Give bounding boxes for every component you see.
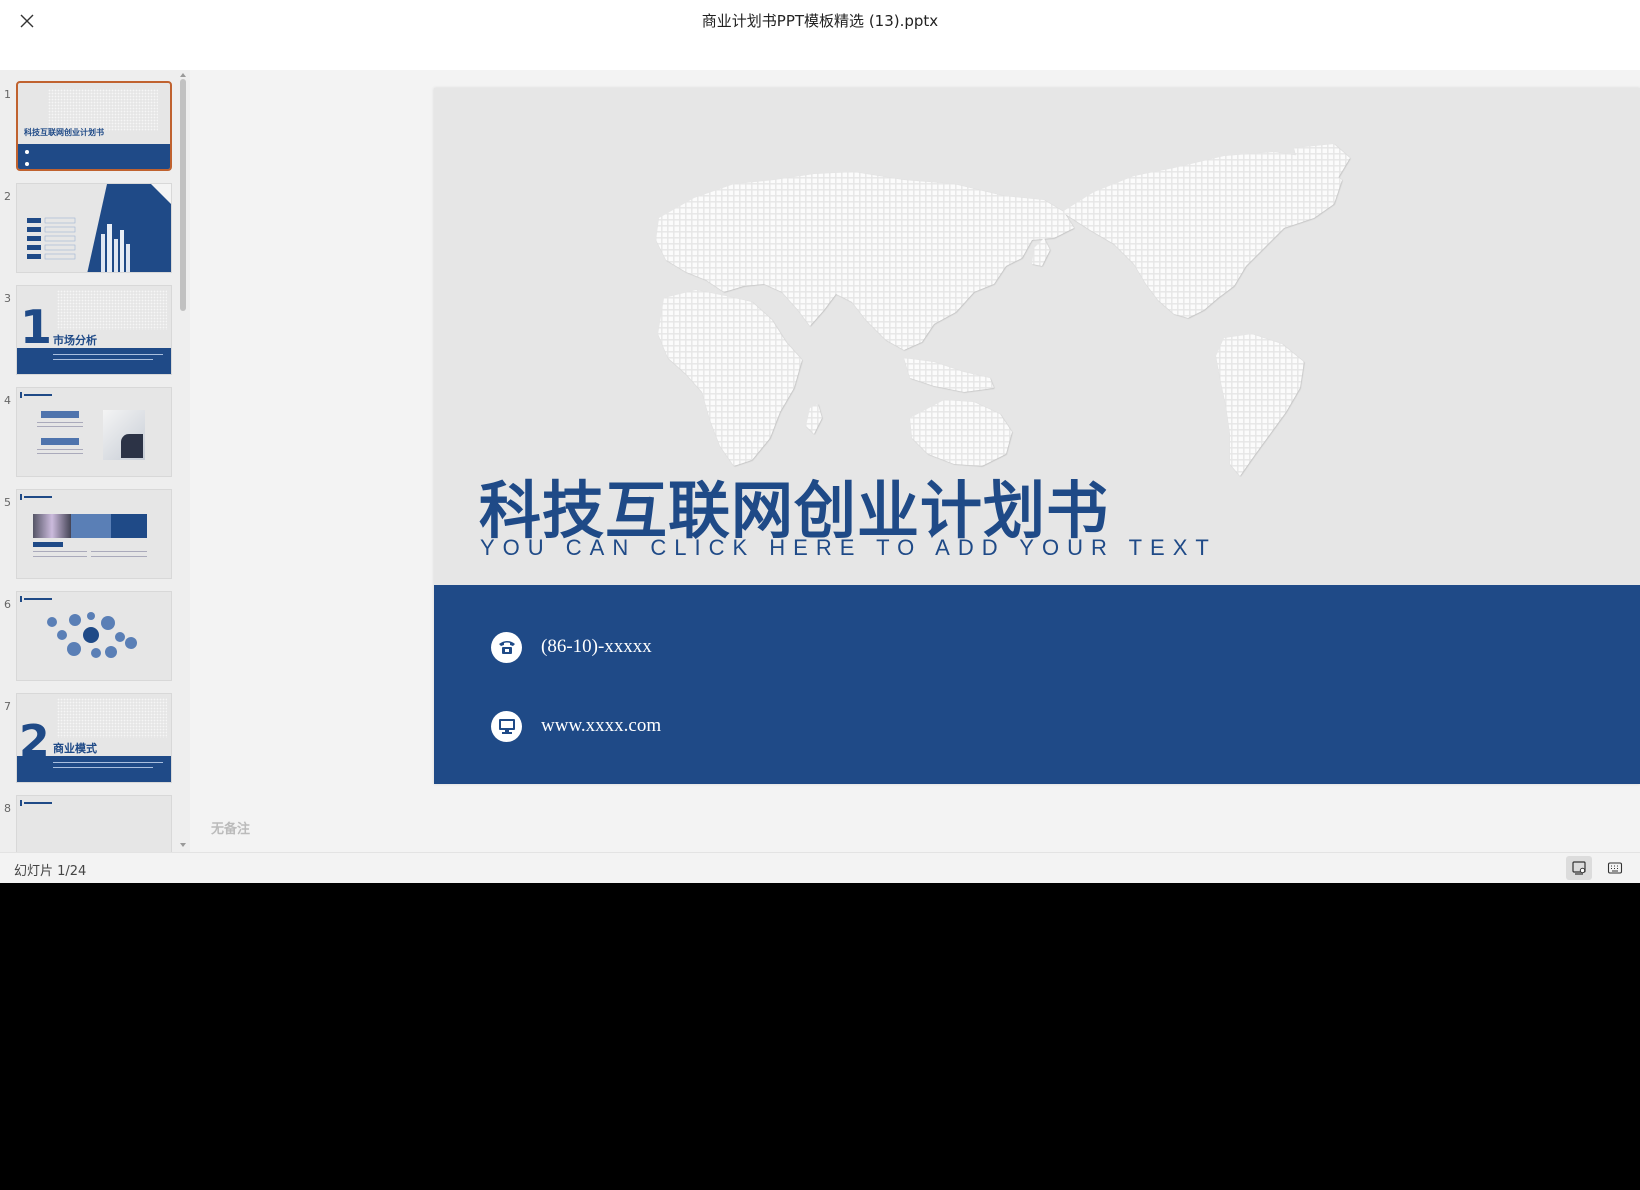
- thumbnail-item[interactable]: 4: [0, 384, 178, 478]
- keyboard-button[interactable]: [1602, 856, 1628, 880]
- thumbnail-item[interactable]: 6: [0, 588, 178, 682]
- thumbnail-number: 8: [4, 802, 11, 815]
- thumbnail-item[interactable]: 1 科技互联网创业计划书: [0, 78, 178, 172]
- thumbnail-slide-6[interactable]: [16, 591, 172, 681]
- slide-stage: 科技互联网创业计划书 YOU CAN CLICK HERE TO ADD YOU…: [190, 70, 1640, 852]
- thumbnail-slide-4[interactable]: [16, 387, 172, 477]
- thumbnail-slide-2[interactable]: [16, 183, 172, 273]
- keyboard-icon: [1607, 862, 1623, 874]
- thumbnail-item[interactable]: 2: [0, 180, 178, 274]
- monitor-icon: [491, 710, 522, 742]
- contact-phone: (86-10)-xxxxx: [491, 631, 652, 663]
- thumbnail-title: 市场分析: [53, 334, 97, 347]
- thumbnail-number: 2: [4, 190, 11, 203]
- thumbnail-slide-7[interactable]: 2 商业模式: [16, 693, 172, 783]
- sidebar-scrollbar[interactable]: [179, 70, 188, 852]
- thumbnail-title: 科技互联网创业计划书: [24, 128, 104, 137]
- thumbnail-number: 1: [4, 88, 11, 101]
- thumbnail-section-number: 2: [19, 716, 50, 767]
- thumbnail-number: 4: [4, 394, 11, 407]
- pptx-viewer: 商业计划书PPT模板精选 (13).pptx 1 科技互联网创业计划书 2 3 …: [0, 0, 1640, 883]
- telephone-icon: [491, 631, 522, 663]
- thumbnail-item[interactable]: 7 2 商业模式: [0, 690, 178, 784]
- current-slide[interactable]: 科技互联网创业计划书 YOU CAN CLICK HERE TO ADD YOU…: [434, 88, 1640, 784]
- thumbnail-slide-8[interactable]: [16, 795, 172, 852]
- scroll-up-arrow-icon[interactable]: [180, 73, 186, 77]
- slide-subtitle[interactable]: YOU CAN CLICK HERE TO ADD YOUR TEXT: [480, 535, 1217, 561]
- phone-number: (86-10)-xxxxx: [541, 636, 652, 657]
- thumbnail-number: 6: [4, 598, 11, 611]
- thumbnail-slide-3[interactable]: 1 市场分析: [16, 285, 172, 375]
- thumbnail-slide-5[interactable]: [16, 489, 172, 579]
- thumbnail-section-number: 1: [20, 300, 53, 354]
- thumbnail-number: 7: [4, 700, 11, 713]
- header-bar: 商业计划书PPT模板精选 (13).pptx: [0, 0, 1640, 70]
- thumbnail-graphic: [27, 184, 171, 272]
- thumbnail-title: 商业模式: [53, 742, 97, 755]
- thumbnail-item[interactable]: 3 1 市场分析: [0, 282, 178, 376]
- notes-view-icon: [1572, 861, 1586, 875]
- scroll-down-arrow-icon[interactable]: [180, 843, 186, 847]
- scrollbar-thumb[interactable]: [180, 79, 186, 311]
- status-bar: 幻灯片 1/24: [0, 852, 1640, 883]
- thumbnail-slide-1[interactable]: 科技互联网创业计划书: [16, 81, 172, 171]
- website-url: www.xxxx.com: [541, 715, 662, 736]
- document-title: 商业计划书PPT模板精选 (13).pptx: [701, 12, 939, 30]
- slide-counter: 幻灯片 1/24: [14, 864, 87, 879]
- thumbnail-number: 3: [4, 292, 11, 305]
- thumbnail-item[interactable]: 5: [0, 486, 178, 580]
- slide-notes[interactable]: 无备注: [211, 818, 250, 837]
- contact-band: (86-10)-xxxxx www.xxxx.com: [434, 585, 1640, 784]
- thumbnail-sidebar[interactable]: 1 科技互联网创业计划书 2 3 1 市场分析 4 5 6 7 2 商业模式 8: [0, 70, 190, 852]
- notes-view-button[interactable]: [1566, 856, 1592, 880]
- thumbnail-item[interactable]: 8: [0, 792, 178, 852]
- thumbnail-number: 5: [4, 496, 11, 509]
- contact-website: www.xxxx.com: [491, 710, 661, 742]
